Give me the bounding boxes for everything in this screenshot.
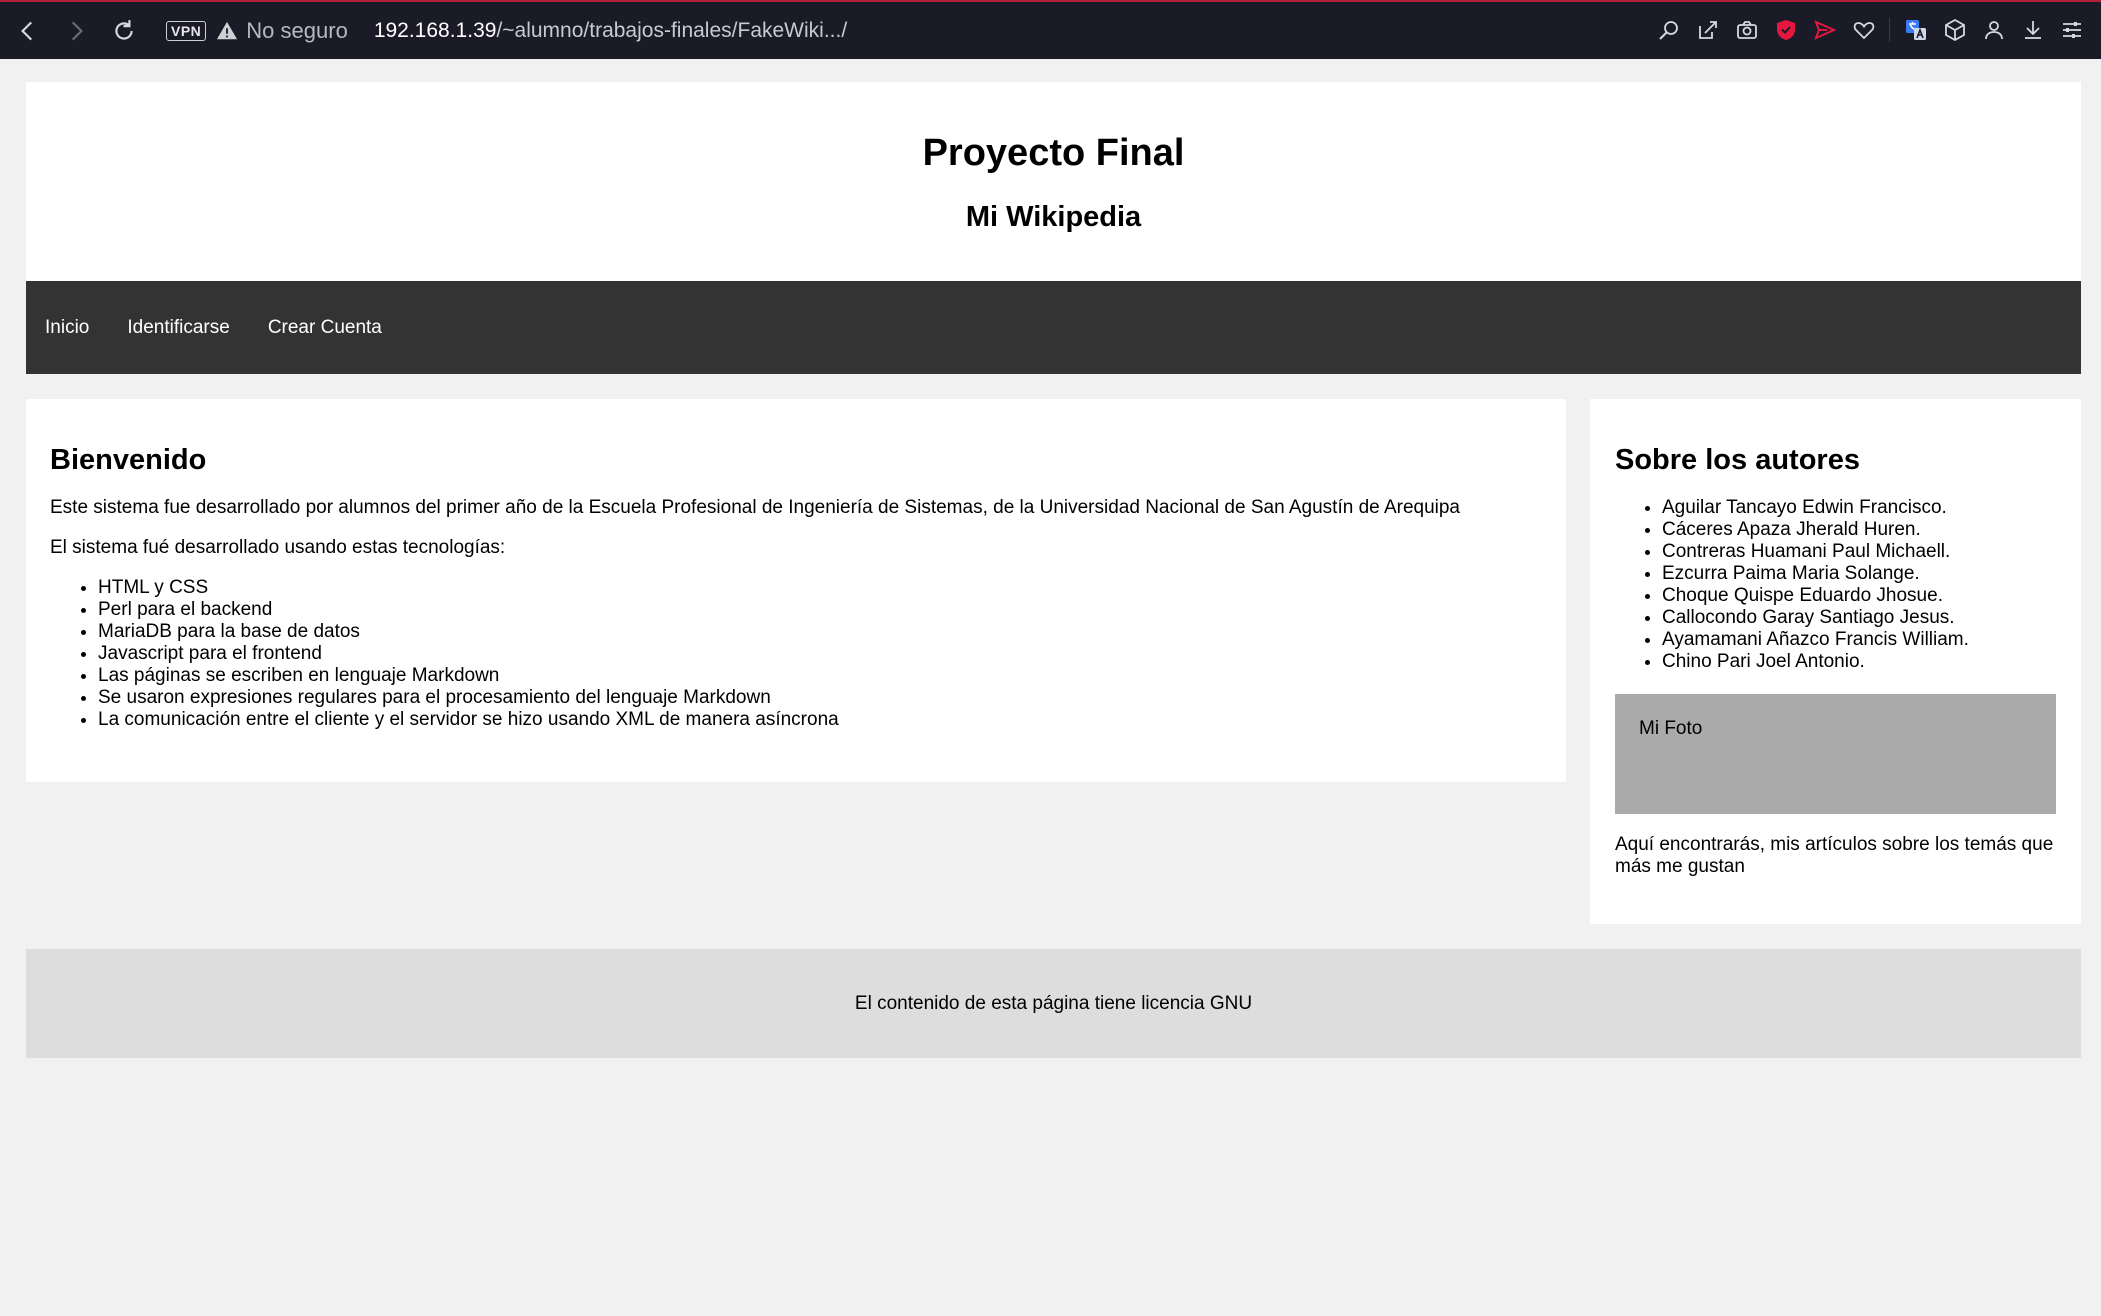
top-navigation: Inicio Identificarse Crear Cuenta [26, 281, 2081, 374]
forward-button[interactable] [56, 11, 96, 51]
list-item: MariaDB para la base de datos [98, 621, 1542, 643]
url-host: 192.168.1.39 [373, 18, 497, 42]
page-subtitle: Mi Wikipedia [965, 201, 1142, 233]
technology-list: HTML y CSS Perl para el backend MariaDB … [50, 577, 1542, 731]
list-item: Choque Quispe Eduardo Jhosue. [1662, 585, 2056, 607]
edit-share-icon[interactable] [1688, 10, 1727, 49]
nav-link-crear-cuenta[interactable]: Crear Cuenta [249, 281, 401, 374]
authors-list: Aguilar Tancayo Edwin Francisco. Cáceres… [1615, 497, 2056, 673]
security-status[interactable]: No seguro [246, 18, 348, 44]
license-text: El contenido de esta página tiene licenc… [854, 992, 1253, 1014]
page-footer: El contenido de esta página tiene licenc… [26, 949, 2081, 1058]
back-arrow-icon [21, 21, 33, 40]
address-bar[interactable]: 192.168.1.39/~alumno/trabajos-finales/Fa… [374, 19, 847, 43]
main-content-card: Bienvenido Este sistema fue desarrollado… [26, 399, 1566, 782]
nav-link-identificarse[interactable]: Identificarse [108, 281, 248, 374]
tech-intro-paragraph: El sistema fué desarrollado usando estas… [50, 536, 506, 558]
download-icon[interactable] [2013, 10, 2052, 49]
list-item: Perl para el backend [98, 599, 1542, 621]
list-item: Callocondo Garay Santiago Jesus. [1662, 607, 2056, 629]
reload-button[interactable] [104, 11, 144, 51]
translate-icon[interactable] [1896, 10, 1935, 49]
browser-toolbar: VPN No seguro 192.168.1.39/~alumno/traba… [0, 0, 2101, 59]
search-zoom-icon[interactable] [1649, 10, 1688, 49]
back-button[interactable] [8, 11, 48, 51]
camera-icon[interactable] [1727, 10, 1766, 49]
list-item: HTML y CSS [98, 577, 1542, 599]
list-item: Chino Pari Joel Antonio. [1662, 651, 2056, 673]
cube-icon[interactable] [1935, 10, 1974, 49]
vpn-badge[interactable]: VPN [166, 20, 207, 41]
list-item: Se usaron expresiones regulares para el … [98, 687, 1542, 709]
nav-link-inicio[interactable]: Inicio [26, 281, 108, 374]
page-title: Proyecto Final [922, 132, 1185, 174]
heart-icon[interactable] [1844, 10, 1883, 49]
list-item: Cáceres Apaza Jherald Huren. [1662, 519, 2056, 541]
sidebar-description: Aquí encontrarás, mis artículos sobre lo… [1615, 833, 2054, 877]
list-item: Ezcurra Paima Maria Solange. [1662, 563, 2056, 585]
list-item: La comunicación entre el cliente y el se… [98, 709, 1542, 731]
authors-heading: Sobre los autores [1615, 444, 1860, 476]
shield-icon[interactable] [1766, 10, 1805, 49]
reload-icon [115, 19, 133, 40]
photo-placeholder: Mi Foto [1615, 693, 2056, 814]
welcome-heading: Bienvenido [50, 444, 207, 476]
list-item: Javascript para el frontend [98, 643, 1542, 665]
toolbar-divider [1889, 17, 1890, 42]
list-item: Contreras Huamani Paul Michaell. [1662, 541, 2056, 563]
photo-label: Mi Foto [1639, 717, 1703, 739]
list-item: Aguilar Tancayo Edwin Francisco. [1662, 497, 2056, 519]
menu-settings-icon[interactable] [2052, 10, 2091, 49]
warning-icon [217, 21, 238, 39]
intro-paragraph: Este sistema fue desarrollado por alumno… [50, 496, 1460, 518]
profile-icon[interactable] [1974, 10, 2013, 49]
forward-arrow-icon [71, 21, 83, 40]
list-item: Ayamamani Añazco Francis William. [1662, 629, 2056, 651]
send-icon[interactable] [1805, 10, 1844, 49]
site-header: Proyecto Final Mi Wikipedia [26, 82, 2081, 281]
list-item: Las páginas se escriben en lenguaje Mark… [98, 665, 1542, 687]
authors-sidebar: Sobre los autores Aguilar Tancayo Edwin … [1590, 399, 2081, 924]
url-path: /~alumno/trabajos-finales/FakeWiki.../ [496, 18, 848, 42]
toolbar-actions [1649, 2, 2091, 57]
